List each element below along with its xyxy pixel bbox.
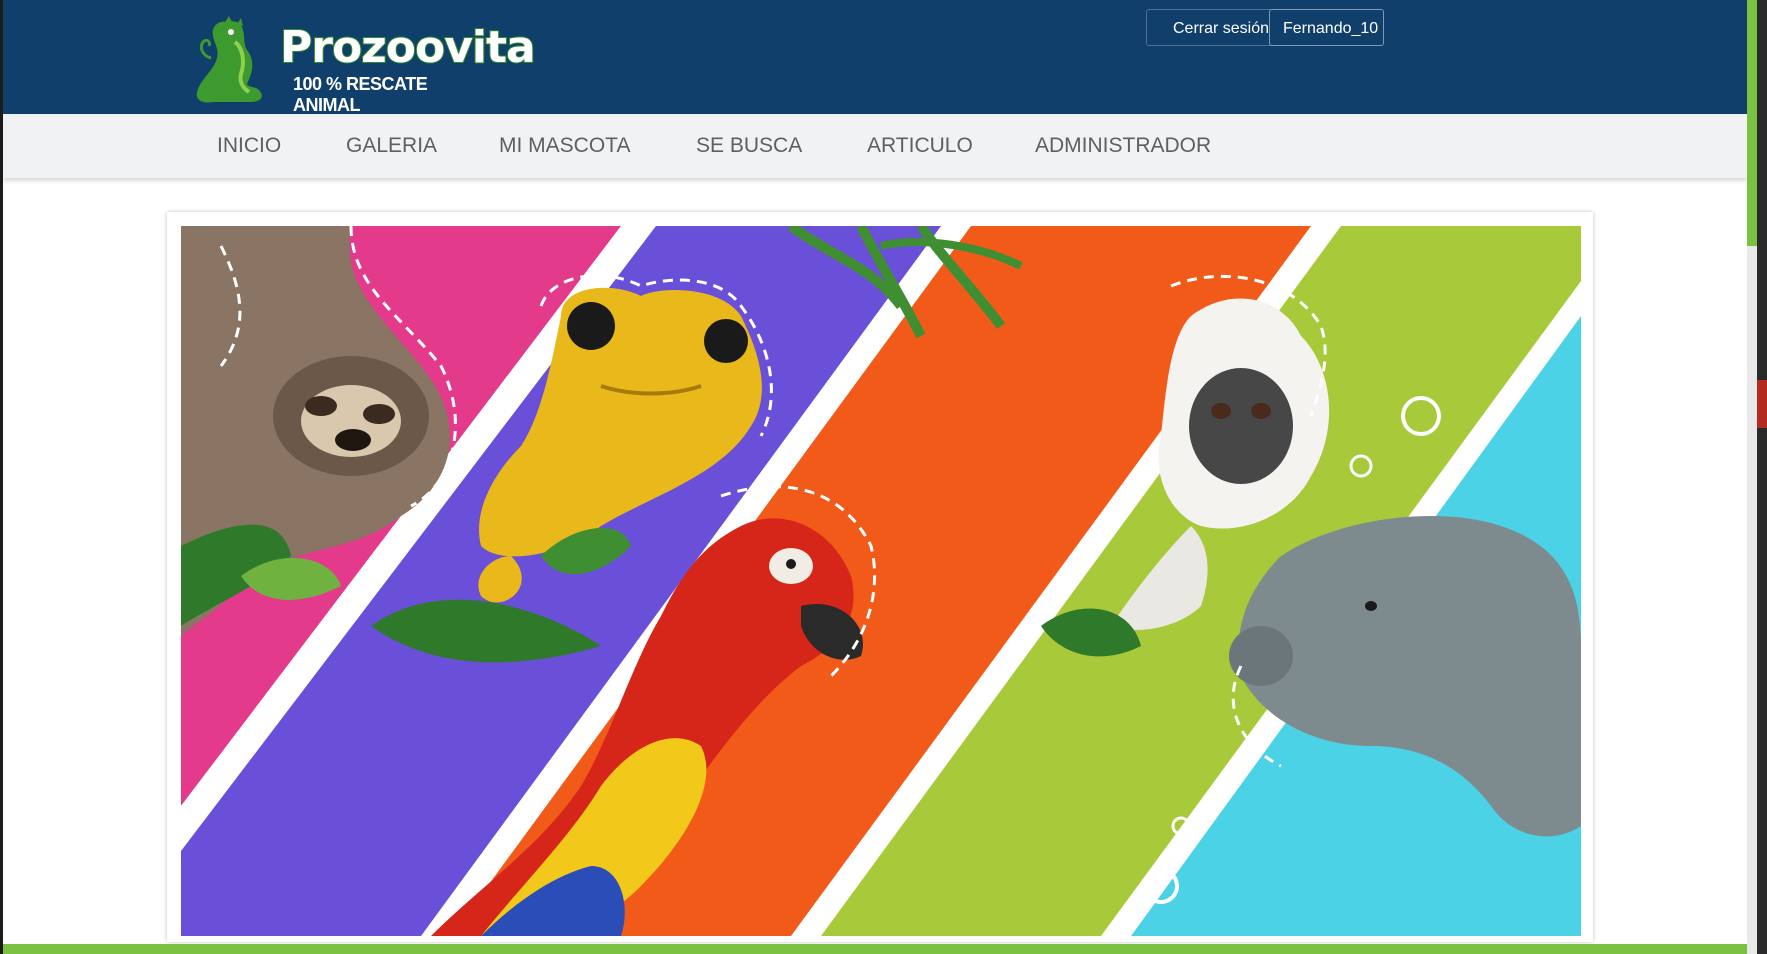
- nav-item-articulo[interactable]: ARTICULO: [867, 114, 973, 178]
- window-right-border: [1757, 0, 1767, 954]
- nav-item-galeria[interactable]: GALERIA: [346, 114, 437, 178]
- site-header: Prozoovita 100 % RESCATE ANIMAL Cerrar s…: [3, 0, 1747, 115]
- dog-cat-logo-icon: [196, 16, 262, 103]
- nav-item-inicio[interactable]: INICIO: [217, 114, 281, 178]
- nav-item-mi-mascota[interactable]: MI MASCOTA: [499, 114, 630, 178]
- footer-accent-bar: [3, 944, 1747, 954]
- scrollbar-track[interactable]: [1747, 246, 1757, 954]
- logo-tagline: 100 % RESCATE ANIMAL: [293, 74, 428, 115]
- nav-item-se-busca[interactable]: SE BUSCA: [696, 114, 802, 178]
- nav-item-administrador[interactable]: ADMINISTRADOR: [1035, 114, 1211, 178]
- site-logo[interactable]: Prozoovita 100 % RESCATE ANIMAL: [189, 12, 537, 115]
- animal-stripes-illustration: [181, 226, 1581, 936]
- animal-banner-image: [181, 226, 1581, 936]
- scrollbar-track-accent: [1747, 0, 1757, 246]
- main-navigation: INICIO GALERIA MI MASCOTA SE BUSCA ARTIC…: [3, 114, 1747, 178]
- user-account-button[interactable]: Fernando_10: [1269, 9, 1384, 46]
- side-marker: [1757, 380, 1767, 428]
- logo-wordmark: Prozoovita: [279, 21, 537, 74]
